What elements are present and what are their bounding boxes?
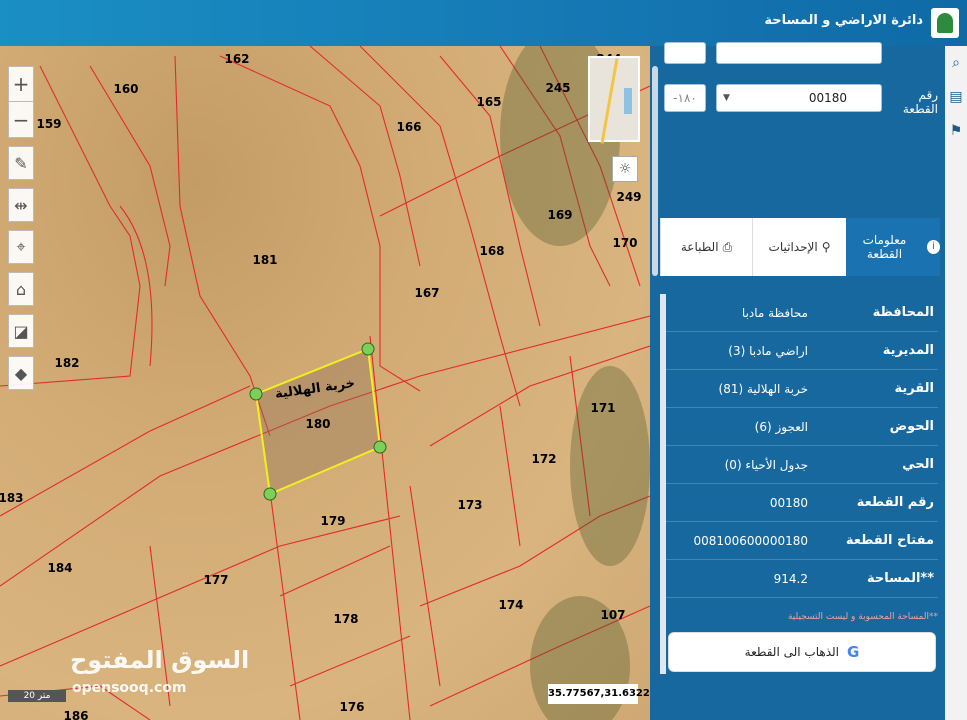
parcel-number: 174 (498, 598, 524, 612)
parcel-number: 159 (36, 117, 62, 131)
parcel-number: 168 (479, 244, 505, 258)
scale-bar: 20 متر (8, 690, 66, 702)
row-key: الحوض (889, 419, 934, 434)
row-value: اراضي مادبا (3) (728, 343, 808, 358)
parcel-number: 177 (203, 573, 229, 587)
parcel-number: 173 (457, 498, 483, 512)
coordinates-readout: 35.77567,31.63222 (548, 684, 650, 704)
parcel-number: 107 (600, 608, 626, 622)
row-value: 008100600000180 (693, 533, 808, 548)
area-icon[interactable]: ◪ (8, 314, 34, 348)
tab-print-label: الطباعة (680, 240, 719, 254)
row-value: 00180 (769, 495, 808, 510)
person-icon: ⚲ (821, 240, 831, 254)
parcel-number: 184 (47, 561, 73, 575)
row-value: العجوز (6) (754, 419, 808, 434)
parcel-number: 179 (320, 514, 346, 528)
tab-parcel-info[interactable]: i معلومات القطعة (846, 218, 940, 276)
map-toolbar: + − ✎ ⇹ ⌖ ⌂ ◪ ◆ (8, 66, 36, 398)
overview-minimap[interactable] (588, 56, 640, 144)
basemap-toggle-icon[interactable]: ☼ (612, 156, 638, 182)
row-value: محافظة مادبا (741, 305, 808, 320)
row-value: 914.2 (773, 571, 808, 586)
search-icon[interactable]: ⌕ (945, 46, 967, 80)
parcel-number: 186 (63, 709, 89, 720)
row-key: القرية (894, 381, 934, 396)
measure-icon[interactable]: ⇹ (8, 188, 34, 222)
row-key: مفتاح القطعة (845, 533, 934, 548)
parcel-number: 172 (531, 452, 557, 466)
tab-coordinates[interactable]: ⚲ الإحداثيات (752, 218, 846, 276)
row-key: رقم القطعة (856, 495, 934, 510)
row-value: خربة الهلالية (81) (718, 381, 808, 396)
table-row: الحوض العجوز (6) (666, 408, 938, 446)
parcel-number: 182 (54, 356, 80, 370)
info-panel: -١٨٠ ▼ 00180 رقم القطعة ⎙ الطباعة ⚲ الإح… (660, 42, 945, 720)
parcel-number: 181 (252, 253, 278, 267)
table-row: رقم القطعة 00180 (666, 484, 938, 522)
row-key: المديرية (882, 343, 934, 358)
goto-parcel-label: الذهاب الى القطعة (744, 645, 839, 659)
parcel-number: 176 (339, 700, 365, 714)
map-scrollbar[interactable] (650, 46, 660, 720)
google-icon: G (847, 643, 860, 661)
watermark-logo-ar: السوق المفتوح (70, 646, 250, 674)
right-sidebar: ⌕ ▤ ⚑ (945, 46, 967, 720)
parcel-number-select[interactable]: ▼ 00180 (716, 84, 882, 112)
parcel-number: 178 (333, 612, 359, 626)
parcel-number: 167 (414, 286, 440, 300)
table-row: المديرية اراضي مادبا (3) (666, 332, 938, 370)
parcel-number: 160 (113, 82, 139, 96)
map-pin-icon[interactable]: ⚑ (945, 114, 967, 148)
app-title: دائرة الاراضي و المساحة (764, 13, 923, 28)
compass-icon[interactable]: ◆ (8, 356, 34, 390)
tab-print[interactable]: ⎙ الطباعة (660, 218, 752, 276)
goto-parcel-button[interactable]: الذهاب الى القطعة G (668, 632, 936, 672)
parcel-number: 245 (545, 81, 571, 95)
zoom-out-icon[interactable]: − (8, 102, 34, 138)
app-header: دائرة الاراضي و المساحة (0, 0, 967, 46)
parcel-number: 171 (590, 401, 616, 415)
print-icon: ⎙ (722, 239, 733, 254)
table-row: مفتاح القطعة 008100600000180 (666, 522, 938, 560)
parcel-suffix-field[interactable]: -١٨٠ (664, 84, 706, 112)
selected-parcel-number: 180 (305, 417, 331, 431)
row-value: جدول الأحياء (0) (724, 457, 808, 472)
parcel-number: 183 (0, 491, 24, 505)
map-view[interactable]: 162 160 159 166 165 245 244 249 169 170 … (0, 46, 650, 720)
info-icon: i (926, 240, 940, 254)
row-key: **المساحة (866, 571, 934, 586)
panel-tabs: ⎙ الطباعة ⚲ الإحداثيات i معلومات القطعة (660, 218, 940, 276)
row-key: المحافظة (872, 305, 934, 320)
table-row: القرية خربة الهلالية (81) (666, 370, 938, 408)
top-small-field[interactable] (664, 42, 706, 64)
parcel-number: 166 (396, 120, 422, 134)
parcel-info-table: المحافظة محافظة مادبا المديرية اراضي مادبا… (666, 294, 938, 598)
pencil-icon[interactable]: ✎ (8, 146, 34, 180)
row-key: الحي (902, 457, 934, 472)
parcel-number-select-value: 00180 (808, 91, 847, 105)
tab-coordinates-label: الإحداثيات (768, 240, 818, 254)
top-select-field[interactable] (716, 42, 882, 64)
watermark-logo-en: opensooq.com (72, 680, 187, 696)
table-row: المحافظة محافظة مادبا (666, 294, 938, 332)
parcel-number: 170 (612, 236, 638, 250)
table-row: الحي جدول الأحياء (0) (666, 446, 938, 484)
home-icon[interactable]: ⌂ (8, 272, 34, 306)
parcel-number: 162 (224, 52, 250, 66)
logo (931, 8, 959, 38)
parcel-number: 169 (547, 208, 573, 222)
layers-icon[interactable]: ▤ (945, 80, 967, 114)
locate-icon[interactable]: ⌖ (8, 230, 34, 264)
parcel-number-label: رقم القطعة (902, 88, 938, 116)
parcel-number: 165 (476, 95, 502, 109)
tab-parcel-info-label: معلومات القطعة (862, 233, 907, 261)
parcel-number: 249 (616, 190, 642, 204)
area-note: **المساحة المحسوبة و ليست التسجيلية (787, 612, 938, 622)
zoom-in-icon[interactable]: + (8, 66, 34, 102)
table-row: **المساحة 914.2 (666, 560, 938, 598)
chevron-down-icon: ▼ (723, 93, 730, 103)
